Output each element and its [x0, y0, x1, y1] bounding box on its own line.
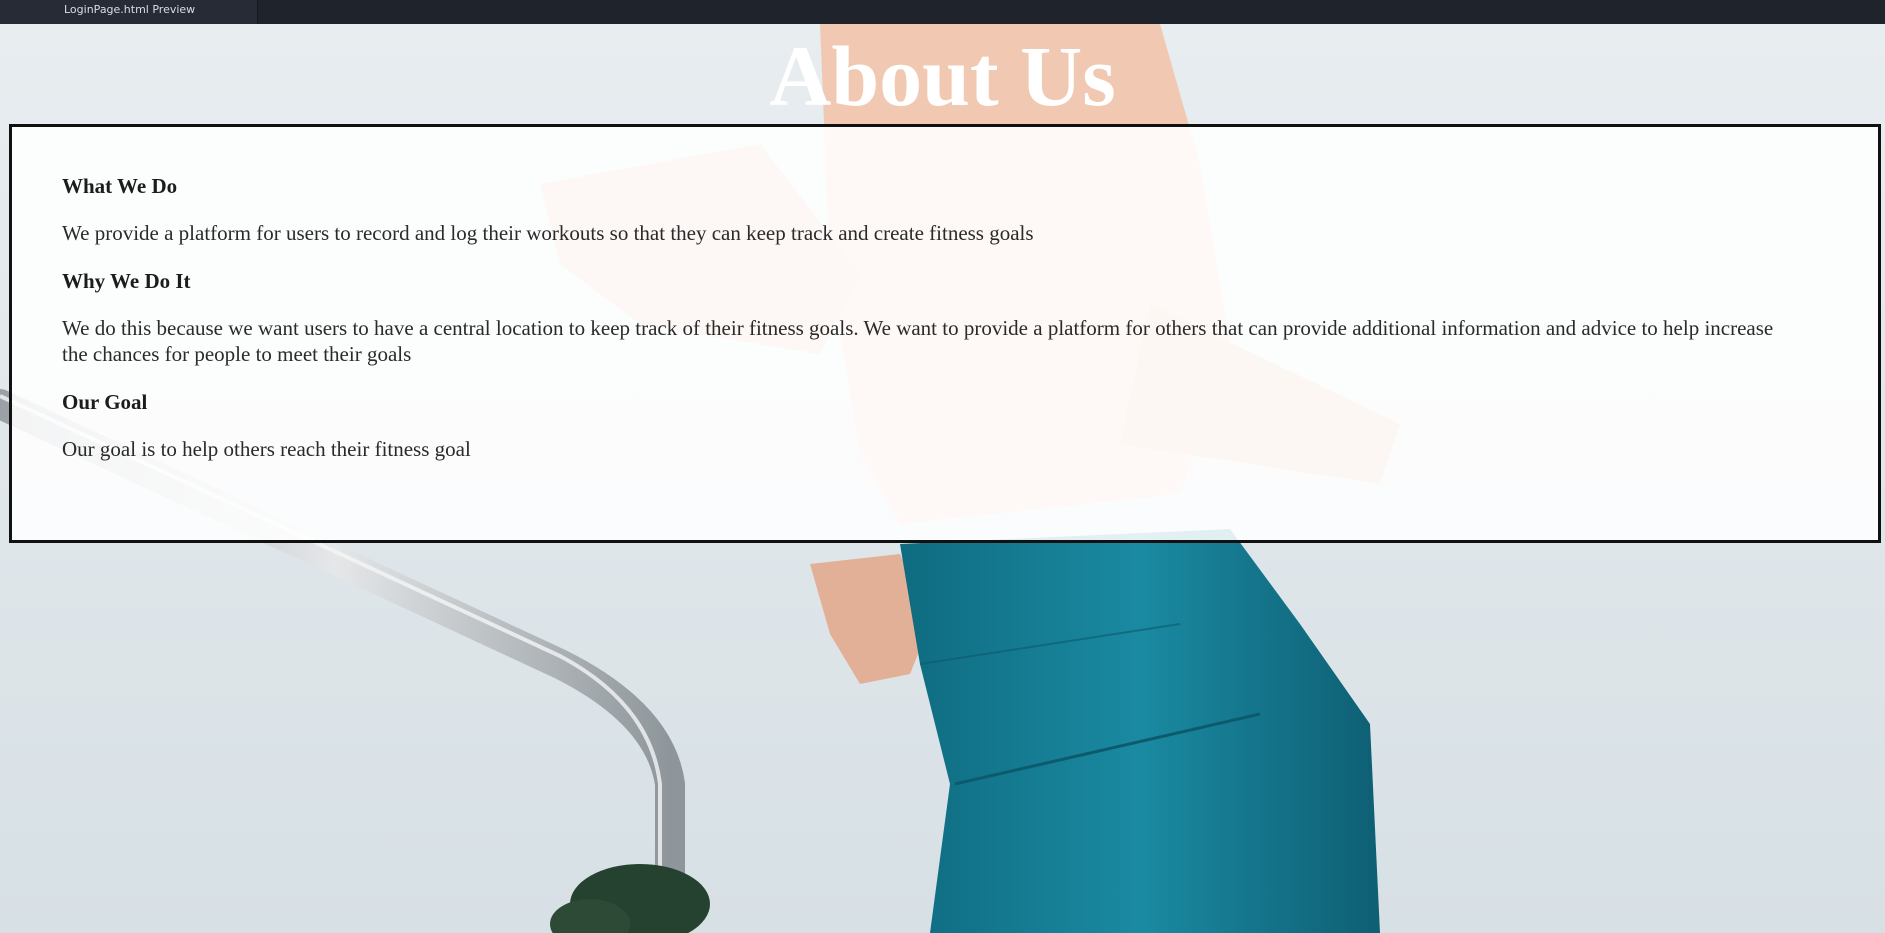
section-text-what-we-do: We provide a platform for users to recor…: [62, 221, 1034, 245]
section-text-why-we-do-it: We do this because we want users to have…: [62, 316, 1774, 366]
section-heading-why-we-do-it: Why We Do It: [62, 269, 191, 293]
section-heading-our-goal: Our Goal: [62, 390, 148, 414]
section-heading-what-we-do: What We Do: [62, 174, 178, 198]
preview-tab[interactable]: LoginPage.html Preview: [0, 0, 258, 24]
preview-tab-label: LoginPage.html Preview: [64, 3, 196, 16]
preview-tab-bar: LoginPage.html Preview: [0, 0, 1885, 24]
page-title: About Us: [769, 28, 1116, 124]
about-content-box: What We Do We provide a platform for use…: [9, 124, 1881, 543]
section-text-our-goal: Our goal is to help others reach their f…: [62, 437, 471, 461]
page-viewport: About Us What We Do We provide a platfor…: [0, 24, 1885, 933]
